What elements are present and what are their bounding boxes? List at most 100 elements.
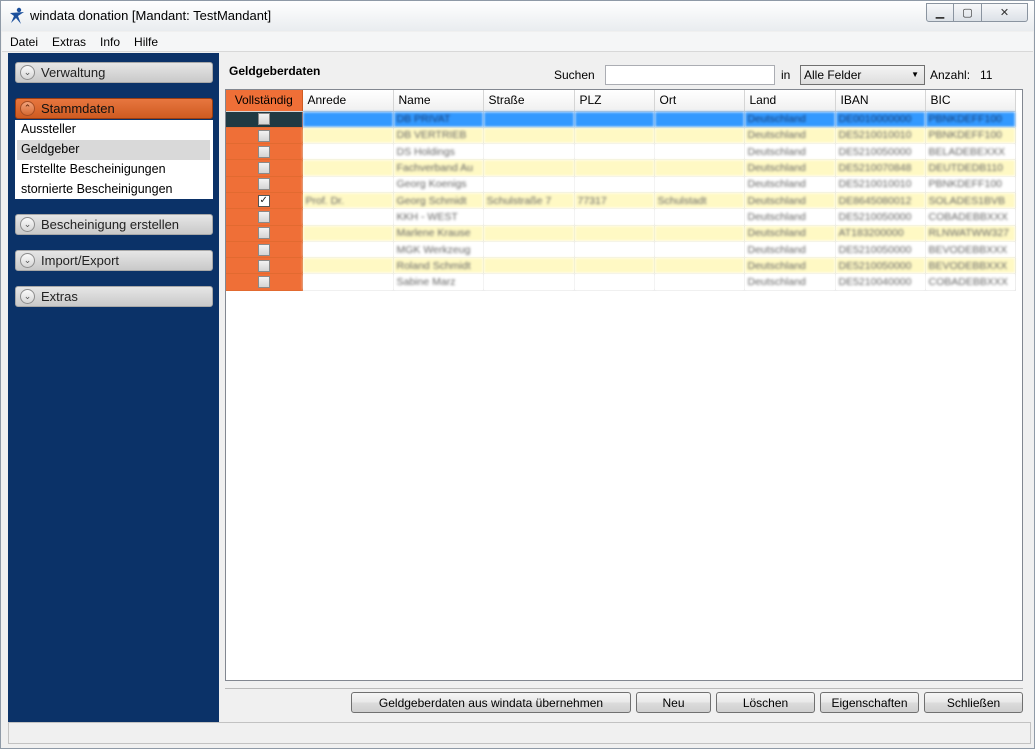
complete-checkbox[interactable] xyxy=(257,259,270,272)
cell-name[interactable]: MGK Werkzeug xyxy=(393,241,484,259)
cell-bic[interactable]: COBADEBBXXX xyxy=(925,208,1016,226)
cell-iban[interactable]: DE5210050000 xyxy=(835,208,926,226)
column-header-bic[interactable]: BIC xyxy=(925,90,1016,112)
cell-anrede[interactable] xyxy=(302,159,394,177)
nav-item-geldgeber[interactable]: Geldgeber xyxy=(17,140,210,160)
vollstaendig-cell[interactable]: ✓ xyxy=(226,192,303,210)
vollstaendig-cell[interactable] xyxy=(226,127,303,145)
column-header-land[interactable]: Land xyxy=(744,90,836,112)
complete-checkbox[interactable] xyxy=(257,243,270,256)
nav-section-extras[interactable]: ⌄ Extras xyxy=(15,286,213,307)
cell-anrede[interactable] xyxy=(302,143,394,161)
column-header-ort[interactable]: Ort xyxy=(654,90,745,112)
cell-land[interactable]: Deutschland xyxy=(744,111,836,128)
new-button[interactable]: Neu xyxy=(636,692,711,713)
column-header-anrede[interactable]: Anrede xyxy=(302,90,394,112)
cell-strasse[interactable] xyxy=(483,273,575,291)
table-row[interactable]: Roland Schmidt Deutschland DE5210050000 BEV… xyxy=(226,257,1016,275)
cell-name[interactable]: Roland Schmidt xyxy=(393,257,484,275)
cell-land[interactable]: Deutschland xyxy=(744,225,836,242)
table-row[interactable]: DB PRIVAT Deutschland DE0010000000 PBNKDEFF… xyxy=(226,111,1016,128)
search-input[interactable] xyxy=(605,65,775,85)
cell-strasse[interactable] xyxy=(483,127,575,145)
table-row[interactable]: Georg Koenigs Deutschland DE5210010010 PBNK… xyxy=(226,176,1016,193)
cell-ort[interactable] xyxy=(654,273,745,291)
cell-ort[interactable]: Schulstadt xyxy=(654,192,745,210)
cell-ort[interactable] xyxy=(654,225,745,242)
cell-strasse[interactable] xyxy=(483,225,575,242)
table-row[interactable]: Sabine Marz Deutschland DE5210040000 COBADE… xyxy=(226,273,1016,291)
cell-bic[interactable]: DEUTDEDB110 xyxy=(925,159,1016,177)
cell-plz[interactable] xyxy=(574,143,655,161)
cell-bic[interactable]: COBADEBBXXX xyxy=(925,273,1016,291)
column-header-name[interactable]: Name xyxy=(393,90,484,112)
cell-iban[interactable]: DE5210050000 xyxy=(835,257,926,275)
vollstaendig-cell[interactable] xyxy=(226,241,303,259)
cell-ort[interactable] xyxy=(654,176,745,193)
cell-strasse[interactable] xyxy=(483,241,575,259)
cell-name[interactable]: DB VERTRIEB xyxy=(393,127,484,145)
cell-anrede[interactable]: Prof. Dr. xyxy=(302,192,394,210)
cell-anrede[interactable] xyxy=(302,257,394,275)
column-header-plz[interactable]: PLZ xyxy=(574,90,655,112)
cell-land[interactable]: Deutschland xyxy=(744,176,836,193)
column-header-strasse[interactable]: Straße xyxy=(483,90,575,112)
menu-info[interactable]: Info xyxy=(100,35,120,49)
minimize-button[interactable]: ▁ xyxy=(926,3,954,22)
cell-plz[interactable] xyxy=(574,273,655,291)
cell-name[interactable]: Georg Schmidt xyxy=(393,192,484,210)
cell-plz[interactable]: 77317 xyxy=(574,192,655,210)
cell-plz[interactable] xyxy=(574,257,655,275)
cell-strasse[interactable] xyxy=(483,159,575,177)
cell-anrede[interactable] xyxy=(302,273,394,291)
vollstaendig-cell[interactable] xyxy=(226,208,303,226)
maximize-button[interactable]: ▢ xyxy=(954,3,982,22)
cell-bic[interactable]: BEVODEBBXXX xyxy=(925,241,1016,259)
cell-land[interactable]: Deutschland xyxy=(744,159,836,177)
nav-section-stammdaten[interactable]: ⌃ Stammdaten xyxy=(15,98,213,119)
cell-strasse[interactable] xyxy=(483,176,575,193)
cell-ort[interactable] xyxy=(654,143,745,161)
cell-strasse[interactable] xyxy=(483,111,575,128)
cell-anrede[interactable] xyxy=(302,111,394,128)
column-header-vollstaendig[interactable]: Vollständig xyxy=(226,90,303,112)
cell-name[interactable]: Sabine Marz xyxy=(393,273,484,291)
cell-land[interactable]: Deutschland xyxy=(744,208,836,226)
cell-bic[interactable]: BEVODEBBXXX xyxy=(925,257,1016,275)
cell-plz[interactable] xyxy=(574,176,655,193)
close-button[interactable]: Schließen xyxy=(924,692,1023,713)
table-row[interactable]: KKH - WEST Deutschland DE5210050000 COBADEB… xyxy=(226,208,1016,226)
cell-name[interactable]: KKH - WEST xyxy=(393,208,484,226)
cell-name[interactable]: Georg Koenigs xyxy=(393,176,484,193)
cell-plz[interactable] xyxy=(574,127,655,145)
vollstaendig-cell[interactable] xyxy=(226,176,303,193)
cell-plz[interactable] xyxy=(574,225,655,242)
cell-iban[interactable]: DE5210050000 xyxy=(835,241,926,259)
cell-iban[interactable]: DE5210010010 xyxy=(835,127,926,145)
table-row[interactable]: Fachverband Au Deutschland DE5210070848 DEU… xyxy=(226,159,1016,177)
cell-plz[interactable] xyxy=(574,241,655,259)
cell-plz[interactable] xyxy=(574,111,655,128)
cell-ort[interactable] xyxy=(654,208,745,226)
vollstaendig-cell[interactable] xyxy=(226,273,303,291)
complete-checkbox[interactable] xyxy=(257,113,270,126)
complete-checkbox[interactable]: ✓ xyxy=(257,194,270,207)
cell-bic[interactable]: PBNKDEFF100 xyxy=(925,127,1016,145)
cell-iban[interactable]: DE8645080012 xyxy=(835,192,926,210)
table-row[interactable]: MGK Werkzeug Deutschland DE5210050000 BEVOD… xyxy=(226,241,1016,259)
menu-datei[interactable]: Datei xyxy=(10,35,38,49)
cell-iban[interactable]: DE5210040000 xyxy=(835,273,926,291)
cell-iban[interactable]: DE0010000000 xyxy=(835,111,926,128)
complete-checkbox[interactable] xyxy=(257,227,270,240)
cell-land[interactable]: Deutschland xyxy=(744,127,836,145)
cell-bic[interactable]: PBNKDEFF100 xyxy=(925,176,1016,193)
cell-ort[interactable] xyxy=(654,111,745,128)
vollstaendig-cell[interactable] xyxy=(226,159,303,177)
import-from-windata-button[interactable]: Geldgeberdaten aus windata übernehmen xyxy=(351,692,631,713)
nav-section-verwaltung[interactable]: ⌄ Verwaltung xyxy=(15,62,213,83)
cell-ort[interactable] xyxy=(654,241,745,259)
cell-iban[interactable]: AT183200000 xyxy=(835,225,926,242)
vollstaendig-cell[interactable] xyxy=(226,111,303,128)
complete-checkbox[interactable] xyxy=(257,211,270,224)
vollstaendig-cell[interactable] xyxy=(226,225,303,242)
